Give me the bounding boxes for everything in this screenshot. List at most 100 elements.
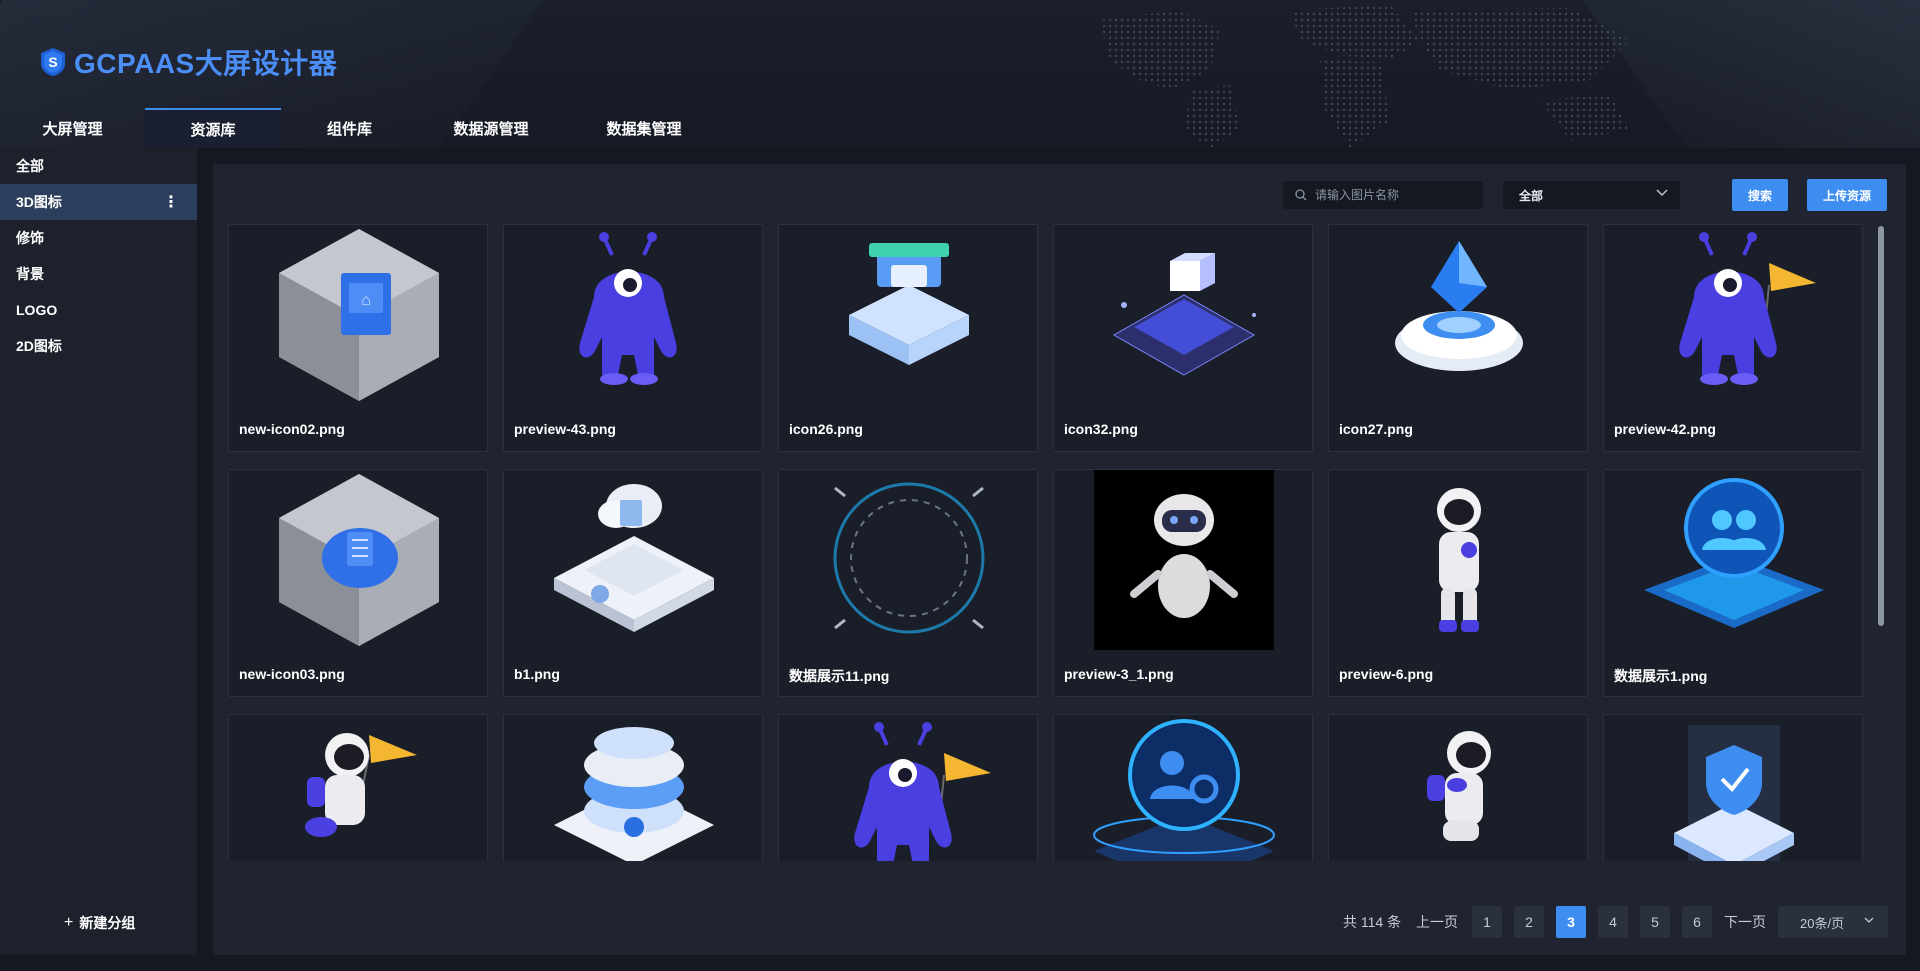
resource-card[interactable]: preview-43.png: [503, 224, 763, 452]
sidebar-item-2d-icons[interactable]: 2D图标: [0, 328, 197, 364]
tab-dataset-management[interactable]: 数据集管理: [564, 108, 724, 148]
scrollbar-thumb[interactable]: [1878, 226, 1884, 626]
sidebar-item-label: 全部: [16, 158, 44, 174]
page-button-4[interactable]: 4: [1598, 906, 1628, 938]
search-button[interactable]: 搜索: [1732, 179, 1788, 211]
world-map-decoration-icon: [1100, 5, 1630, 148]
app-logo[interactable]: S GCPAAS大屏设计器: [40, 42, 337, 82]
sidebar-item-logo[interactable]: LOGO: [0, 292, 197, 328]
group-sidebar: 全部 3D图标 ⋮ 修饰 背景 LOGO 2D图标 + 新建分组: [0, 148, 197, 955]
resource-grid: ⌂ new-icon02.png preview-43.png icon26.pn…: [228, 224, 1878, 861]
3d-platform-cube-icon: [1112, 253, 1256, 376]
sidebar-item-background[interactable]: 背景: [0, 256, 197, 292]
resource-card-name: preview-43.png: [514, 421, 616, 437]
app-title: GCPAAS大屏设计器: [74, 48, 338, 79]
resource-card-name: icon26.png: [789, 421, 863, 437]
resource-card[interactable]: 数据展示1.png: [1603, 469, 1863, 697]
resource-card[interactable]: [1603, 714, 1863, 861]
page-size-select[interactable]: 20条/页: [1778, 906, 1888, 938]
shield-s-logo-icon: S: [41, 48, 65, 76]
users-hologram-platform-icon: [1644, 478, 1824, 628]
resource-card-name: preview-6.png: [1339, 666, 1434, 682]
resource-card-name: 数据展示1.png: [1614, 668, 1708, 684]
upload-resource-button[interactable]: 上传资源: [1807, 179, 1887, 211]
astronaut-standing-icon: [1437, 488, 1481, 632]
user-settings-hologram-icon: [1093, 719, 1275, 861]
page-button-1[interactable]: 1: [1472, 906, 1502, 938]
resource-card[interactable]: preview-3_1.png: [1053, 469, 1313, 697]
resource-card[interactable]: icon26.png: [778, 224, 1038, 452]
purple-alien-mascot-icon: [579, 232, 677, 385]
glowing-ring-frame-icon: [833, 482, 985, 634]
sidebar-item-label: 修饰: [16, 230, 44, 246]
page-button-3[interactable]: 3: [1556, 906, 1586, 938]
page-button-5[interactable]: 5: [1640, 906, 1670, 938]
resource-card[interactable]: new-icon03.png: [228, 469, 488, 697]
search-field[interactable]: [1283, 181, 1483, 209]
tab-resource-library[interactable]: 资源库: [145, 108, 281, 148]
search-icon: [1295, 189, 1307, 201]
prev-page-button[interactable]: 上一页: [1416, 906, 1458, 938]
resource-card[interactable]: ⌂ new-icon02.png: [228, 224, 488, 452]
chevron-down-icon: [1656, 189, 1668, 196]
white-robot-icon: [1094, 470, 1274, 650]
tab-datasource-management[interactable]: 数据源管理: [418, 108, 564, 148]
astronaut-kneeling-icon: [1427, 731, 1491, 841]
new-group-label: 新建分组: [79, 915, 136, 931]
resource-card[interactable]: [503, 714, 763, 861]
3d-glass-cube-building-icon: ⌂: [279, 229, 439, 401]
search-input[interactable]: [1315, 188, 1475, 202]
resource-card[interactable]: [1328, 714, 1588, 861]
resource-card-name: new-icon03.png: [239, 666, 345, 682]
3d-crystal-pedestal-icon: [1395, 241, 1523, 371]
sidebar-item-label: 2D图标: [16, 338, 62, 354]
shield-check-platform-icon: [1674, 725, 1794, 861]
resource-card[interactable]: 数据展示11.png: [778, 469, 1038, 697]
grid-scrollbar[interactable]: [1878, 226, 1886, 863]
sidebar-item-label: 背景: [16, 266, 44, 282]
page-button-6[interactable]: 6: [1682, 906, 1712, 938]
sidebar-item-all[interactable]: 全部: [0, 148, 197, 184]
3d-database-stack-icon: [554, 727, 714, 861]
type-select-value: 全部: [1519, 188, 1544, 203]
resource-card-name: icon32.png: [1064, 421, 1138, 437]
tab-screen-management[interactable]: 大屏管理: [0, 108, 145, 148]
resource-card[interactable]: [1053, 714, 1313, 861]
sidebar-item-decoration[interactable]: 修饰: [0, 220, 197, 256]
resource-card[interactable]: preview-6.png: [1328, 469, 1588, 697]
page-button-2[interactable]: 2: [1514, 906, 1544, 938]
resource-card[interactable]: b1.png: [503, 469, 763, 697]
svg-text:⌂: ⌂: [361, 292, 371, 309]
top-nav: 大屏管理 资源库 组件库 数据源管理 数据集管理: [0, 108, 724, 148]
pagination: 共 114 条 上一页 1 2 3 4 5 6 下一页 20条/页: [213, 906, 1906, 938]
resource-card-name: 数据展示11.png: [789, 668, 890, 684]
new-group-button[interactable]: + 新建分组: [64, 913, 135, 933]
3d-shop-store-icon: [849, 243, 969, 365]
sidebar-item-label: LOGO: [16, 302, 58, 318]
more-vertical-icon[interactable]: ⋮: [163, 184, 179, 220]
tab-component-library[interactable]: 组件库: [281, 108, 418, 148]
plus-icon: +: [64, 914, 74, 931]
resource-card-name: preview-3_1.png: [1064, 666, 1174, 682]
resource-card-name: icon27.png: [1339, 421, 1413, 437]
resource-card-name: b1.png: [514, 666, 560, 682]
chevron-down-icon: [1864, 917, 1874, 923]
next-page-button[interactable]: 下一页: [1724, 906, 1766, 938]
sidebar-item-3d-icons[interactable]: 3D图标 ⋮: [0, 184, 197, 220]
purple-alien-flag-icon: [1679, 232, 1816, 385]
resource-card[interactable]: preview-42.png: [1603, 224, 1863, 452]
sidebar-item-label: 3D图标: [16, 194, 62, 210]
svg-text:S: S: [48, 54, 57, 70]
type-select[interactable]: 全部: [1503, 181, 1680, 209]
resource-card[interactable]: icon32.png: [1053, 224, 1313, 452]
bottom-strip: [0, 955, 1920, 971]
resource-card[interactable]: [778, 714, 1038, 861]
pagination-total: 共 114 条: [1343, 914, 1402, 930]
page-size-value: 20条/页: [1800, 915, 1845, 931]
resource-card[interactable]: [228, 714, 488, 861]
resource-card-name: new-icon02.png: [239, 421, 345, 437]
astronaut-flag-icon: [305, 733, 417, 837]
3d-glass-cube-cloud-icon: [279, 474, 439, 646]
resource-card[interactable]: icon27.png: [1328, 224, 1588, 452]
purple-alien-flag-icon: [854, 722, 991, 861]
